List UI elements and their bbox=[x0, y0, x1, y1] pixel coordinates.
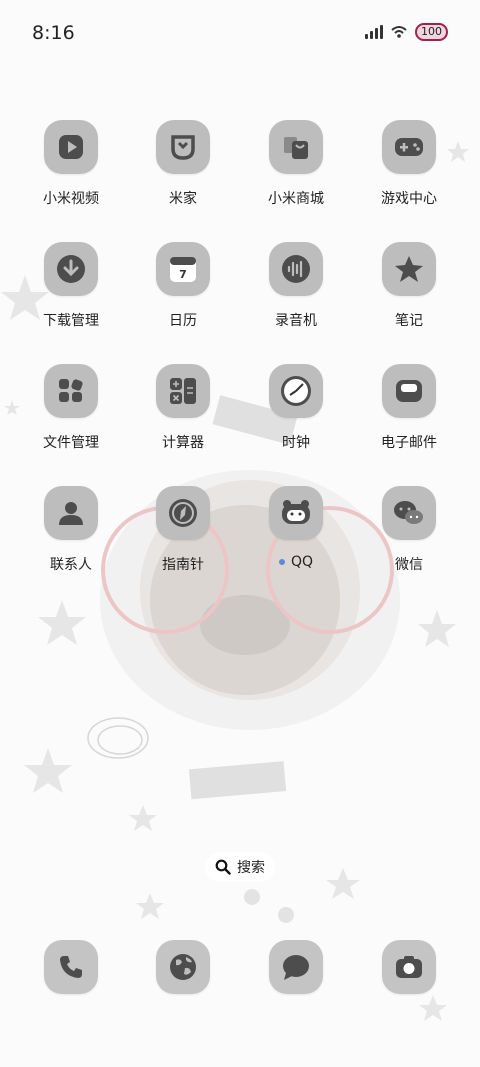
app-label: 微信 bbox=[395, 557, 423, 573]
app-label: QQ bbox=[240, 554, 352, 570]
app-tile[interactable] bbox=[269, 242, 323, 296]
app-notes[interactable]: 笔记 bbox=[353, 242, 465, 330]
new-indicator-dot bbox=[278, 559, 285, 565]
wallpaper-star bbox=[418, 610, 456, 647]
star-icon bbox=[395, 256, 423, 282]
home-search-button[interactable]: 搜索 bbox=[205, 852, 275, 882]
wechat-icon bbox=[394, 501, 423, 524]
app-label-text: QQ bbox=[290, 554, 314, 570]
app-tile[interactable]: 7 bbox=[156, 242, 210, 296]
wallpaper-star bbox=[419, 995, 447, 1021]
folder-icon bbox=[59, 379, 83, 402]
wallpaper-star bbox=[326, 868, 360, 899]
wallpaper-star bbox=[129, 805, 157, 831]
dock-tile[interactable] bbox=[44, 940, 98, 994]
app-label: 米家 bbox=[169, 191, 197, 207]
compass-icon bbox=[169, 499, 197, 527]
app-label: 笔记 bbox=[395, 313, 423, 329]
app-label: 下载管理 bbox=[43, 313, 99, 329]
wallpaper-star bbox=[38, 600, 86, 645]
battery-indicator: 100 bbox=[415, 23, 448, 41]
dock-tile[interactable] bbox=[269, 940, 323, 994]
play-icon bbox=[59, 135, 83, 159]
app-tile[interactable] bbox=[382, 364, 436, 418]
app-tile[interactable] bbox=[44, 486, 98, 540]
app-recorder[interactable]: 录音机 bbox=[240, 242, 352, 330]
wifi-icon bbox=[391, 26, 407, 38]
app-mijia[interactable]: 米家 bbox=[127, 120, 239, 208]
app-tile[interactable] bbox=[156, 364, 210, 418]
status-icons: 100 bbox=[365, 23, 448, 41]
app-label: 游戏中心 bbox=[381, 191, 437, 207]
shopping-bag-icon bbox=[284, 137, 308, 159]
browser-icon bbox=[170, 954, 196, 980]
gamepad-icon bbox=[395, 138, 423, 156]
message-icon bbox=[283, 955, 309, 980]
app-compass[interactable]: 指南针 bbox=[127, 486, 239, 574]
calendar-day: 7 bbox=[179, 268, 187, 281]
app-tile[interactable] bbox=[156, 120, 210, 174]
calendar-icon: 7 bbox=[170, 257, 196, 282]
app-tile[interactable] bbox=[269, 120, 323, 174]
mail-icon bbox=[396, 380, 422, 402]
app-label: 时钟 bbox=[282, 435, 310, 451]
app-calendar[interactable]: 7 日历 bbox=[127, 242, 239, 330]
app-tile[interactable] bbox=[269, 486, 323, 540]
app-tile[interactable] bbox=[44, 242, 98, 296]
clock-icon bbox=[281, 376, 311, 406]
app-tile[interactable] bbox=[382, 242, 436, 296]
signal-icon bbox=[365, 25, 383, 39]
search-label: 搜索 bbox=[237, 860, 265, 876]
app-label: 小米商城 bbox=[268, 191, 324, 207]
qq-icon bbox=[282, 500, 310, 524]
dock-browser[interactable] bbox=[127, 940, 239, 994]
app-tile[interactable] bbox=[44, 120, 98, 174]
dock-tile[interactable] bbox=[382, 940, 436, 994]
app-label: 计算器 bbox=[162, 435, 204, 451]
app-label: 文件管理 bbox=[43, 435, 99, 451]
search-icon bbox=[215, 859, 231, 875]
app-qq[interactable]: QQ bbox=[240, 486, 352, 570]
app-tile[interactable] bbox=[269, 364, 323, 418]
dock-camera[interactable] bbox=[353, 940, 465, 994]
app-label: 联系人 bbox=[50, 557, 92, 573]
download-icon bbox=[57, 255, 85, 283]
wallpaper-star bbox=[24, 748, 72, 793]
waveform-icon bbox=[282, 255, 310, 283]
app-label: 录音机 bbox=[275, 313, 317, 329]
app-xiaomi-store[interactable]: 小米商城 bbox=[240, 120, 352, 208]
dock-messages[interactable] bbox=[240, 940, 352, 994]
app-wechat[interactable]: 微信 bbox=[353, 486, 465, 574]
app-contacts[interactable]: 联系人 bbox=[15, 486, 127, 574]
phone-icon bbox=[60, 956, 82, 978]
mijia-icon bbox=[171, 135, 195, 160]
app-tile[interactable] bbox=[382, 486, 436, 540]
app-email[interactable]: 电子邮件 bbox=[353, 364, 465, 452]
app-game-center[interactable]: 游戏中心 bbox=[353, 120, 465, 208]
app-tile[interactable] bbox=[44, 364, 98, 418]
app-label: 日历 bbox=[169, 313, 197, 329]
status-bar: 8:16 100 bbox=[0, 0, 480, 60]
status-time: 8:16 bbox=[32, 22, 75, 44]
app-tile[interactable] bbox=[382, 120, 436, 174]
app-file-manager[interactable]: 文件管理 bbox=[15, 364, 127, 452]
app-label: 电子邮件 bbox=[381, 435, 437, 451]
app-calculator[interactable]: 计算器 bbox=[127, 364, 239, 452]
app-label: 小米视频 bbox=[43, 191, 99, 207]
app-label: 指南针 bbox=[162, 557, 204, 573]
app-tile[interactable] bbox=[156, 486, 210, 540]
wallpaper-star bbox=[136, 893, 164, 919]
contact-icon bbox=[59, 502, 83, 525]
app-xiaomi-video[interactable]: 小米视频 bbox=[15, 120, 127, 208]
app-clock[interactable]: 时钟 bbox=[240, 364, 352, 452]
app-download-manager[interactable]: 下载管理 bbox=[15, 242, 127, 330]
dock-phone[interactable] bbox=[15, 940, 127, 994]
camera-icon bbox=[396, 956, 422, 978]
calculator-icon bbox=[170, 378, 196, 404]
dock-tile[interactable] bbox=[156, 940, 210, 994]
